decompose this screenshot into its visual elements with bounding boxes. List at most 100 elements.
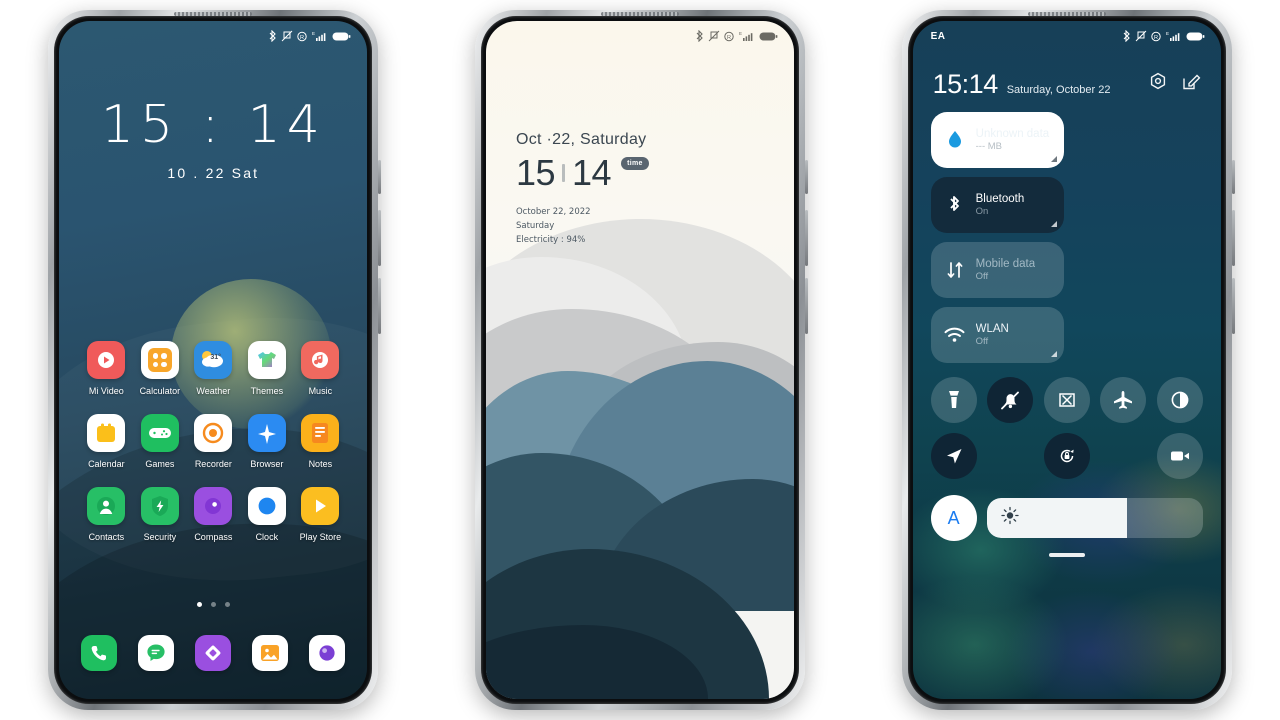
toggle-airplane-mode[interactable] (1100, 377, 1147, 423)
signal-e-icon: E (739, 30, 755, 42)
app-label: Calculator (139, 386, 181, 396)
app-calculator[interactable]: Calculator (135, 341, 185, 396)
earpiece-speaker (600, 12, 679, 16)
app-label: Notes (308, 459, 333, 469)
page-indicator[interactable] (59, 602, 367, 607)
phone-icon[interactable] (81, 635, 118, 671)
toggle-grid (927, 377, 1207, 479)
app-calendar[interactable]: Calendar (81, 414, 131, 469)
app-mi-video[interactable]: Mi Video (81, 341, 131, 396)
toggle-location[interactable] (930, 433, 977, 479)
edit-pencil-icon[interactable] (1181, 72, 1201, 97)
app-label: Weather (196, 386, 231, 396)
bluetooth-icon (268, 30, 277, 42)
page-dot-1[interactable] (196, 602, 202, 607)
home-clock-widget: 15 : 14 10 . 22 Sat (59, 99, 367, 181)
volume-up-button[interactable] (1231, 210, 1235, 266)
settings-hex-icon[interactable] (1148, 72, 1168, 97)
app-label: Games (145, 459, 175, 469)
camera-icon[interactable] (309, 635, 346, 671)
tile-title: WLAN (975, 322, 1009, 335)
power-button[interactable] (1231, 160, 1235, 194)
tile-expand-corner[interactable] (1050, 221, 1057, 227)
toggle-screen-recorder[interactable] (1156, 433, 1203, 479)
app-games[interactable]: Games (135, 414, 185, 469)
messages-icon[interactable] (138, 635, 175, 671)
tile-wlan[interactable]: WLAN Off (930, 307, 1064, 363)
svg-text:R: R (727, 35, 731, 41)
battery-icon (1186, 31, 1205, 42)
drag-handle[interactable] (1048, 553, 1085, 557)
clock-date: 10 . 22 Sat (167, 165, 260, 181)
lockscreen-weekday: Saturday (515, 221, 555, 232)
tile-data-plan[interactable]: Unknown data plan --- MB (930, 112, 1064, 168)
app-browser[interactable]: Browser (242, 414, 292, 469)
app-themes[interactable]: Themes (242, 341, 292, 396)
toggle-auto-rotate[interactable] (1043, 433, 1090, 479)
power-button[interactable] (378, 160, 382, 194)
lockscreen-hour: 15 (515, 152, 556, 193)
app-label: Mi Video (88, 386, 124, 396)
tile-mobile-data[interactable]: Mobile data Off (930, 242, 1064, 298)
app-recorder[interactable]: Recorder (188, 414, 238, 469)
tile-bluetooth[interactable]: Bluetooth On (930, 177, 1064, 233)
app-play-store[interactable]: Play Store (295, 487, 345, 542)
app-label: Recorder (194, 459, 232, 469)
tile-state: Off (975, 336, 989, 348)
status-bar-3: EA R E (913, 21, 1221, 47)
volume-down-button[interactable] (378, 278, 382, 334)
lockscreen-minute: 14 (572, 152, 612, 193)
toggle-silent[interactable] (987, 377, 1034, 423)
lockscreen-headline: Oct ·22, Saturday (515, 131, 647, 148)
app-weather[interactable]: 31° Weather (188, 341, 238, 396)
app-notes[interactable]: Notes (295, 414, 345, 469)
bluetooth-icon (1122, 30, 1131, 42)
page-dot-2[interactable] (210, 602, 216, 607)
lockscreen-battery: Electricity : 94% (515, 235, 586, 246)
svg-text:E: E (312, 31, 315, 36)
toggle-dark-mode[interactable] (1156, 377, 1203, 423)
tile-title: Bluetooth (975, 192, 1025, 205)
auto-brightness-button[interactable]: A (930, 495, 977, 541)
control-center-panel: 15:14 Saturday, October 22 Unknown data … (913, 21, 1221, 557)
games-icon (140, 414, 179, 452)
battery-icon (332, 31, 351, 42)
app-security[interactable]: Security (135, 487, 185, 542)
app-contacts[interactable]: Contacts (81, 487, 131, 542)
contacts-icon (87, 487, 126, 525)
status-bar-2: R E (486, 21, 794, 47)
lockscreen-clock-widget: Oct ·22, Saturday 15 14 time October 22,… (516, 131, 649, 247)
app-compass[interactable]: Compass (188, 487, 238, 542)
status-carrier: EA (930, 30, 946, 42)
play-store-icon (301, 487, 340, 525)
power-button[interactable] (804, 160, 808, 194)
app-grid: Mi Video Calculator 31° Weather Themes M… (59, 341, 367, 560)
tile-expand-corner[interactable] (1050, 351, 1057, 357)
volume-up-button[interactable] (804, 210, 808, 266)
music-icon (301, 341, 340, 379)
app-clock[interactable]: Clock (242, 487, 292, 542)
brightness-row: A (927, 495, 1207, 541)
page-dot-3[interactable] (224, 602, 230, 607)
app-music[interactable]: Music (295, 341, 345, 396)
volume-down-button[interactable] (1231, 278, 1235, 334)
brightness-slider[interactable] (986, 498, 1203, 538)
gallery-icon[interactable] (252, 635, 289, 671)
svg-text:R: R (1154, 35, 1158, 41)
svg-text:E: E (739, 31, 742, 36)
phone-2-screen: R E Oct ·22, Saturday 15 14 time October (485, 21, 794, 699)
mi-store-icon[interactable] (195, 635, 232, 671)
three-phone-mockup: R E 15 : 14 10 . 22 Sat Mi Video Calcula… (0, 0, 1280, 720)
phone-3-screen: EA R E 15:14 Saturday, October 22 Unknow… (912, 21, 1221, 699)
volume-up-button[interactable] (378, 210, 382, 266)
toggle-screenshot[interactable] (1043, 377, 1090, 423)
mute-vibrate-icon (1135, 30, 1147, 42)
toggle-flashlight[interactable] (930, 377, 977, 423)
earpiece-speaker (174, 12, 253, 16)
brightness-sun-icon (1000, 506, 1019, 530)
volume-down-button[interactable] (804, 278, 808, 334)
tile-title: Mobile data (975, 257, 1036, 270)
tile-state: On (975, 206, 989, 218)
app-row-3: Contacts Security Compass Clock Play Sto… (69, 487, 357, 542)
tile-expand-corner[interactable] (1050, 156, 1057, 162)
